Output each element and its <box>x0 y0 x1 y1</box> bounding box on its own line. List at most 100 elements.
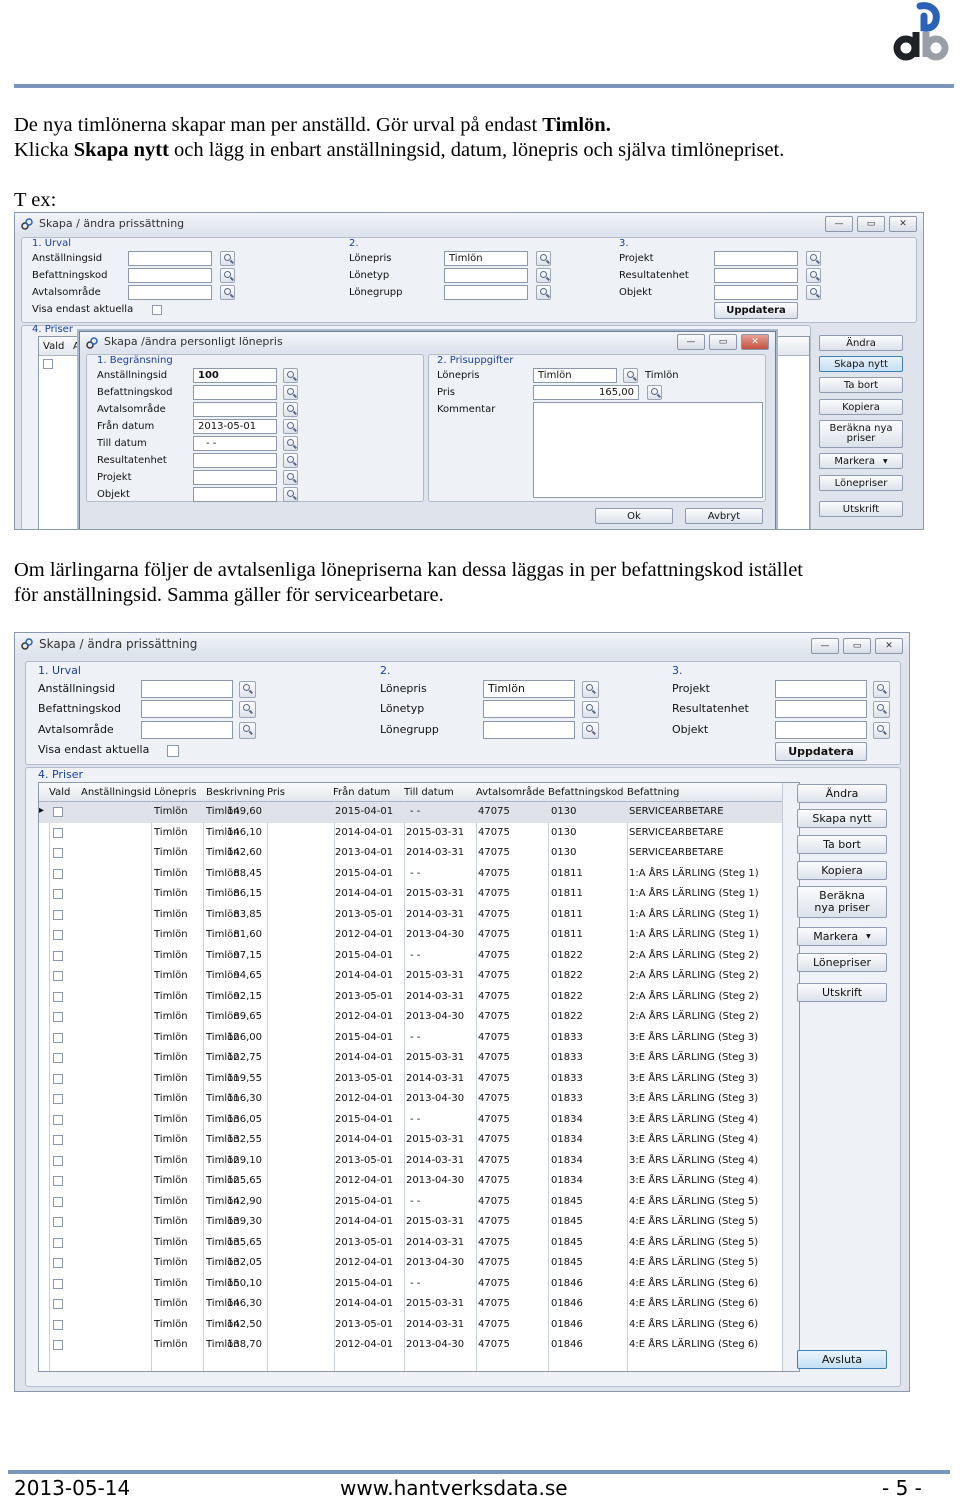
anstallningsid-field[interactable] <box>141 680 233 698</box>
anstallningsid-field[interactable] <box>128 251 212 266</box>
objekt-input[interactable] <box>193 487 277 502</box>
lonepriser-button[interactable]: Lönepriser <box>797 953 887 972</box>
maximize-icon[interactable]: ▭ <box>857 216 885 232</box>
lookup-icon[interactable] <box>283 419 298 434</box>
row-checkbox[interactable] <box>53 1073 63 1084</box>
skapa-nytt-button[interactable]: Skapa nytt <box>819 356 903 372</box>
row-checkbox[interactable] <box>53 1340 63 1350</box>
table-row[interactable]: Timlön Timlön 122,75 2014-04-01 2015-03-31 47… <box>39 1048 799 1069</box>
befattningskod-input[interactable] <box>193 385 277 400</box>
table-row[interactable]: Timlön Timlön 97,15 2015-04-01- -47075 01822… <box>39 946 799 967</box>
lookup-icon[interactable] <box>536 251 551 266</box>
lonepriser-button[interactable]: Lönepriser <box>819 475 903 491</box>
resultatenhet-field[interactable] <box>775 700 867 718</box>
markera-dropdown[interactable]: Markera <box>819 453 903 469</box>
lookup-icon[interactable] <box>283 368 298 383</box>
table-row[interactable]: Timlön Timlön 138,70 2012-04-01 2013-04-30 47… <box>39 1335 799 1356</box>
lonetyp-field[interactable] <box>444 268 528 283</box>
objekt-field[interactable] <box>714 285 798 300</box>
minimize-icon[interactable]: — <box>811 638 839 654</box>
lookup-icon[interactable] <box>806 285 821 300</box>
lookup-icon[interactable] <box>536 268 551 283</box>
lookup-icon[interactable] <box>806 268 821 283</box>
utskrift-button[interactable]: Utskrift <box>797 983 887 1002</box>
row-checkbox[interactable] <box>53 807 63 817</box>
lookup-icon[interactable] <box>283 453 298 468</box>
berakna-priser-button[interactable]: Beräkna nya priser <box>819 420 903 448</box>
utskrift-button[interactable]: Utskrift <box>819 501 903 517</box>
markera-dropdown[interactable]: Markera <box>797 927 887 946</box>
row-checkbox[interactable] <box>53 1196 63 1207</box>
lonetyp-field[interactable] <box>483 700 575 718</box>
table-row[interactable]: Timlön Timlön 81,60 2012-04-01 2013-04-30 470… <box>39 925 799 946</box>
row-checkbox[interactable] <box>53 991 63 1002</box>
row-checkbox[interactable] <box>53 1155 63 1166</box>
lookup-icon[interactable] <box>283 470 298 485</box>
close-icon[interactable]: ✕ <box>889 216 917 232</box>
avsluta-button[interactable]: Avsluta <box>797 1350 887 1369</box>
resultatenhet-input[interactable] <box>193 453 277 468</box>
row-checkbox[interactable] <box>53 1258 63 1268</box>
andra-button[interactable]: Ändra <box>797 784 887 803</box>
row-checkbox[interactable] <box>43 359 53 369</box>
table-row[interactable]: Timlön Timlön 116,30 2012-04-01 2013-04-30 47… <box>39 1089 799 1110</box>
kommentar-textarea[interactable] <box>533 402 763 498</box>
table-row[interactable]: Timlön Timlön 88,45 2015-04-01- -47075 01811… <box>39 864 799 885</box>
table-row[interactable]: Timlön Timlön 146,10 2014-04-01 2015-03-31 47… <box>39 823 799 844</box>
maximize-icon[interactable]: ▭ <box>843 638 871 654</box>
row-checkbox[interactable] <box>53 1237 63 1248</box>
pris-input[interactable]: 165,00 <box>533 385 639 400</box>
ta-bort-button[interactable]: Ta bort <box>797 835 887 854</box>
table-row[interactable]: Timlön Timlön 132,05 2012-04-01 2013-04-30 47… <box>39 1253 799 1274</box>
table-row[interactable]: Timlön Timlön 142,50 2013-05-01 2014-03-31 47… <box>39 1315 799 1336</box>
skapa-nytt-button[interactable]: Skapa nytt <box>797 809 887 828</box>
row-checkbox[interactable] <box>53 1012 63 1022</box>
lookup-icon[interactable] <box>873 701 890 718</box>
maximize-icon[interactable]: ▭ <box>709 334 737 350</box>
lookup-icon[interactable] <box>582 722 599 739</box>
ok-button[interactable]: Ok <box>595 508 673 524</box>
befattningskod-field[interactable] <box>128 268 212 283</box>
uppdatera-button[interactable]: Uppdatera <box>775 742 867 761</box>
lookup-icon[interactable] <box>873 722 890 739</box>
lookup-icon[interactable] <box>283 487 298 502</box>
befattningskod-field[interactable] <box>141 700 233 718</box>
row-checkbox[interactable] <box>53 827 63 838</box>
table-row[interactable]: Timlön Timlön 92,15 2013-05-01 2014-03-31 470… <box>39 987 799 1008</box>
row-checkbox[interactable] <box>53 1217 63 1227</box>
projekt-field[interactable] <box>714 251 798 266</box>
table-row[interactable]: Timlön Timlön 132,55 2014-04-01 2015-03-31 47… <box>39 1130 799 1151</box>
table-row[interactable]: Timlön Timlön 94,65 2014-04-01 2015-03-31 470… <box>39 966 799 987</box>
lookup-icon[interactable] <box>220 285 235 300</box>
calculator-icon[interactable] <box>647 385 662 400</box>
table-row[interactable]: ▸ Timlön Timlön 149,60 2015-04-01- -47075 013… <box>39 802 799 823</box>
lonepris-field[interactable]: Timlön <box>444 251 528 266</box>
table-row[interactable]: Timlön Timlön 150,10 2015-04-01- -47075 0184… <box>39 1274 799 1295</box>
table-row[interactable]: Timlön Timlön 86,15 2014-04-01 2015-03-31 470… <box>39 884 799 905</box>
row-checkbox[interactable] <box>53 1319 63 1330</box>
berakna-priser-button[interactable]: Beräkna nya priser <box>797 886 887 918</box>
lookup-icon[interactable] <box>239 681 256 698</box>
minimize-icon[interactable]: — <box>825 216 853 232</box>
lookup-icon[interactable] <box>623 368 638 383</box>
lookup-icon[interactable] <box>806 251 821 266</box>
lookup-icon[interactable] <box>536 285 551 300</box>
kopiera-button[interactable]: Kopiera <box>797 861 887 880</box>
table-row[interactable]: Timlön Timlön 125,65 2012-04-01 2013-04-30 47… <box>39 1171 799 1192</box>
row-checkbox[interactable] <box>53 930 63 940</box>
projekt-input[interactable] <box>193 470 277 485</box>
lookup-icon[interactable] <box>283 436 298 451</box>
table-row[interactable]: Timlön Timlön 146,30 2014-04-01 2015-03-31 47… <box>39 1294 799 1315</box>
row-checkbox[interactable] <box>53 1094 63 1104</box>
lookup-icon[interactable] <box>220 268 235 283</box>
till-datum-input[interactable]: - - <box>193 436 277 451</box>
kopiera-button[interactable]: Kopiera <box>819 399 903 415</box>
close-icon[interactable]: ✕ <box>741 334 769 350</box>
table-row[interactable]: Timlön Timlön 135,65 2013-05-01 2014-03-31 47… <box>39 1233 799 1254</box>
table-row[interactable]: Timlön Timlön 136,05 2015-04-01- -47075 0183… <box>39 1110 799 1131</box>
row-checkbox[interactable] <box>53 1278 63 1289</box>
objekt-field[interactable] <box>775 721 867 739</box>
table-row[interactable]: Timlön Timlön 139,30 2014-04-01 2015-03-31 47… <box>39 1212 799 1233</box>
avbryt-button[interactable]: Avbryt <box>685 508 763 524</box>
row-checkbox[interactable] <box>53 889 63 899</box>
